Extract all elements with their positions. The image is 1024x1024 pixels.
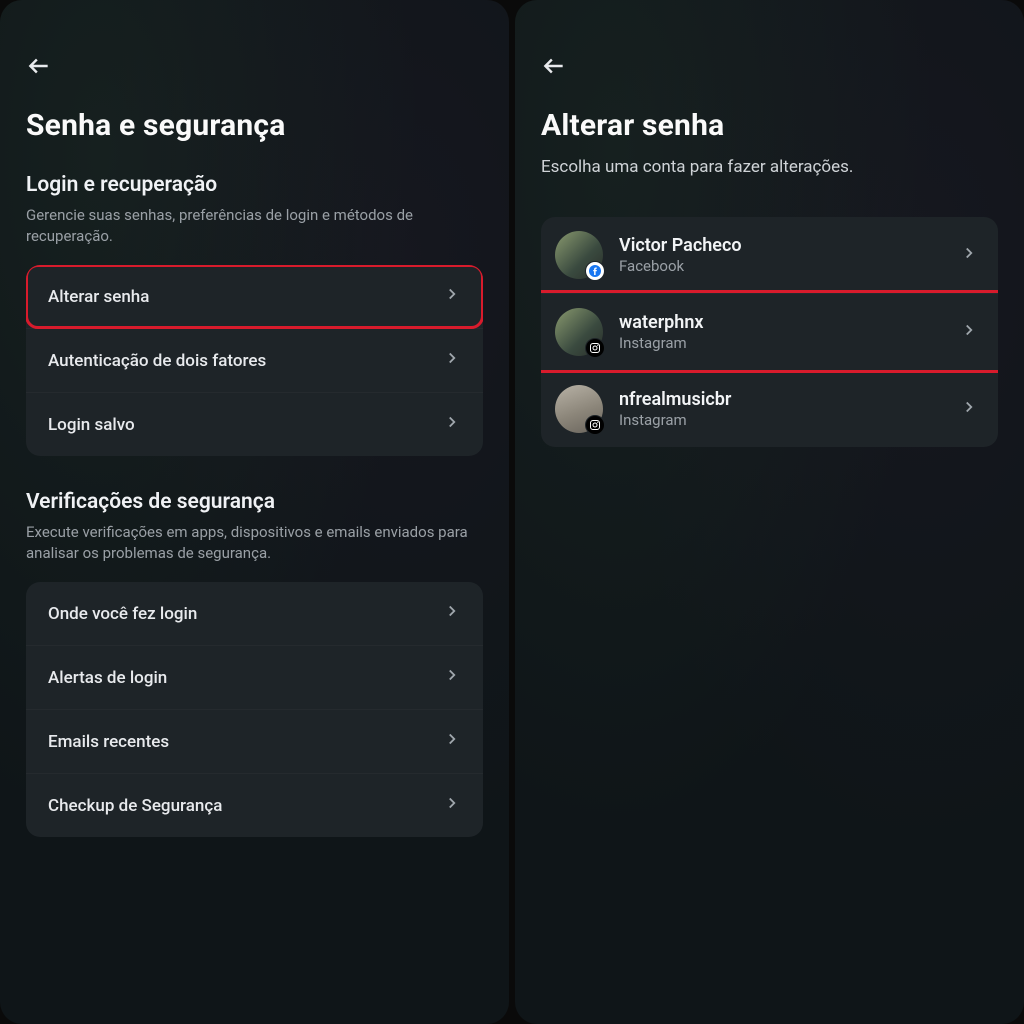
account-name: Victor Pacheco: [619, 235, 944, 256]
account-item-instagram-2[interactable]: nfrealmusicbr Instagram: [541, 370, 998, 447]
page-title: Senha e segurança: [26, 108, 483, 143]
avatar: [555, 385, 603, 433]
account-platform: Facebook: [619, 257, 944, 275]
item-two-factor[interactable]: Autenticação de dois fatores: [26, 328, 483, 392]
security-checks-list: Onde você fez login Alertas de login Ema…: [26, 582, 483, 837]
item-login-alerts[interactable]: Alertas de login: [26, 645, 483, 709]
instagram-badge-icon: [585, 338, 605, 358]
page-title: Alterar senha: [541, 108, 998, 143]
account-text: nfrealmusicbr Instagram: [619, 389, 944, 429]
facebook-badge-icon: [585, 261, 605, 281]
chevron-right-icon: [960, 321, 978, 343]
item-saved-login[interactable]: Login salvo: [26, 392, 483, 456]
page-subtitle: Escolha uma conta para fazer alterações.: [541, 157, 998, 177]
account-item-facebook[interactable]: Victor Pacheco Facebook: [541, 217, 998, 293]
instagram-badge-icon: [585, 415, 605, 435]
account-platform: Instagram: [619, 334, 944, 352]
back-button[interactable]: [26, 52, 54, 80]
account-text: Victor Pacheco Facebook: [619, 235, 944, 275]
account-text: waterphnx Instagram: [619, 312, 944, 352]
back-button[interactable]: [541, 52, 569, 80]
account-list: Victor Pacheco Facebook waterphnx Instag…: [541, 217, 998, 447]
avatar: [555, 231, 603, 279]
item-security-checkup[interactable]: Checkup de Segurança: [26, 773, 483, 837]
arrow-left-icon: [541, 53, 567, 79]
item-label: Onde você fez login: [48, 604, 197, 624]
item-label: Login salvo: [48, 415, 135, 435]
item-where-logged-in[interactable]: Onde você fez login: [26, 582, 483, 645]
chevron-right-icon: [443, 349, 461, 372]
panel-change-password: Alterar senha Escolha uma conta para faz…: [515, 0, 1024, 1024]
section-title: Login e recuperação: [26, 173, 483, 197]
item-label: Autenticação de dois fatores: [48, 351, 266, 371]
item-change-password[interactable]: Alterar senha: [26, 265, 483, 328]
item-label: Emails recentes: [48, 732, 169, 752]
item-label: Alterar senha: [48, 287, 149, 307]
panel-password-security: Senha e segurança Login e recuperação Ge…: [0, 0, 509, 1024]
section-login-recovery: Login e recuperação Gerencie suas senhas…: [26, 173, 483, 456]
item-recent-emails[interactable]: Emails recentes: [26, 709, 483, 773]
account-name: waterphnx: [619, 312, 944, 333]
chevron-right-icon: [960, 398, 978, 420]
item-label: Alertas de login: [48, 668, 167, 688]
chevron-right-icon: [443, 666, 461, 689]
avatar: [555, 308, 603, 356]
login-recovery-list: Alterar senha Autenticação de dois fator…: [26, 265, 483, 456]
section-security-checks: Verificações de segurança Execute verifi…: [26, 490, 483, 837]
account-item-instagram-1[interactable]: waterphnx Instagram: [541, 293, 998, 370]
section-description: Execute verificações em apps, dispositiv…: [26, 522, 483, 564]
chevron-right-icon: [443, 285, 461, 308]
chevron-right-icon: [443, 730, 461, 753]
item-label: Checkup de Segurança: [48, 796, 222, 816]
chevron-right-icon: [443, 794, 461, 817]
account-name: nfrealmusicbr: [619, 389, 944, 410]
arrow-left-icon: [26, 53, 52, 79]
account-platform: Instagram: [619, 411, 944, 429]
chevron-right-icon: [443, 413, 461, 436]
section-description: Gerencie suas senhas, preferências de lo…: [26, 205, 483, 247]
chevron-right-icon: [443, 602, 461, 625]
chevron-right-icon: [960, 244, 978, 266]
section-title: Verificações de segurança: [26, 490, 483, 514]
